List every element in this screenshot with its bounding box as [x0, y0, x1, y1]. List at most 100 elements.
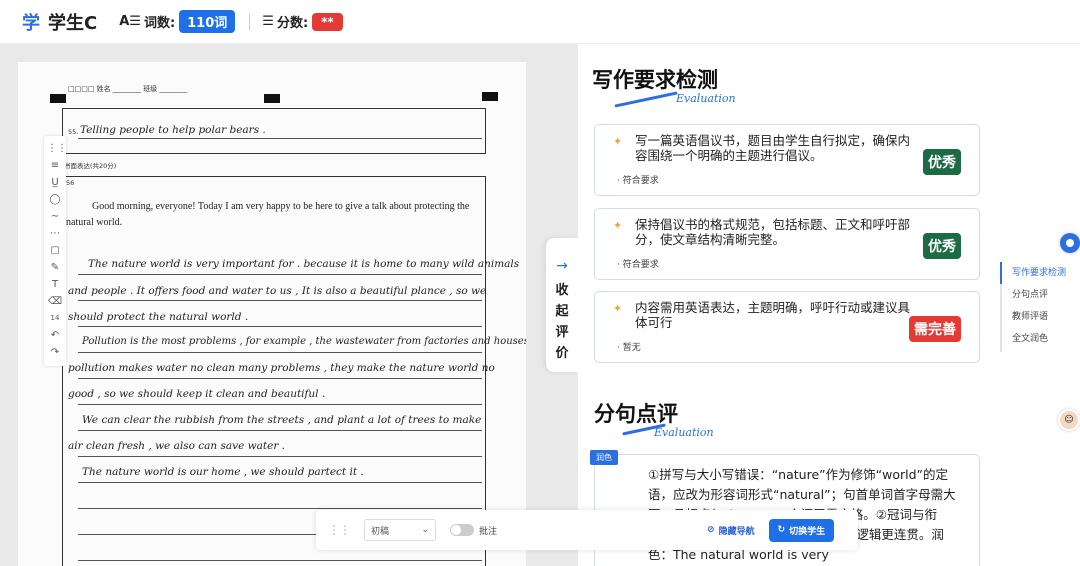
- text-tool-icon[interactable]: T: [47, 276, 63, 293]
- drag-grip-icon[interactable]: ⋮⋮: [328, 523, 351, 537]
- stroke-size-value[interactable]: 14: [47, 310, 63, 327]
- chevron-down-icon: ⌄: [421, 525, 429, 535]
- drag-handle-icon[interactable]: ⋮⋮: [47, 140, 67, 157]
- essay-line: Pollution is the most problems , for exa…: [82, 336, 526, 347]
- bulb-icon: ✦: [613, 302, 623, 315]
- essay-line: The nature world is very important for .…: [88, 258, 520, 270]
- hide-nav-label: 隐藏导航: [718, 526, 755, 537]
- rule-line: [78, 404, 482, 405]
- bulb-icon: ✦: [613, 219, 623, 232]
- essay-line: and people . It offers food and water to…: [68, 285, 487, 297]
- nav-item-sentence-review[interactable]: 分句点评: [1002, 284, 1080, 306]
- nav-item-requirements[interactable]: 写作要求检测: [1002, 262, 1080, 284]
- wave-line-icon[interactable]: ∼: [47, 208, 63, 225]
- hide-nav-button[interactable]: ⊘ 隐藏导航: [707, 524, 755, 537]
- scan-mark: [50, 94, 66, 103]
- essay-line: air clean fresh , we also can save water…: [68, 440, 286, 452]
- paper-header: □□□□ 姓名 ________ 班级 ________: [68, 85, 188, 93]
- assistant-fab-icon[interactable]: [1060, 233, 1080, 253]
- rule-line: [78, 508, 482, 509]
- score-list-icon: ☰: [262, 14, 274, 29]
- rule-line: [78, 138, 482, 139]
- requirements-title: 写作要求检测: [592, 68, 718, 92]
- scan-mark: [264, 94, 280, 103]
- draft-select-value: 初稿: [371, 526, 390, 537]
- requirement-note: · 暂无: [617, 343, 641, 353]
- word-count-label: 词数:: [143, 16, 176, 31]
- rule-line: [78, 352, 482, 353]
- q56-number: 56: [66, 179, 75, 187]
- collapse-char: 收: [555, 283, 569, 298]
- requirements-script: Evaluation: [676, 92, 736, 105]
- refresh-icon: ↻: [777, 525, 786, 535]
- rating-badge: 优秀: [923, 233, 961, 259]
- arrow-right-icon: →: [556, 258, 568, 274]
- q55-number: 55.: [68, 128, 79, 136]
- draft-select[interactable]: 初稿 ⌄: [364, 519, 436, 541]
- eraser-icon[interactable]: ⌫: [47, 293, 63, 310]
- collapse-char: 评: [555, 325, 569, 340]
- rating-badge: 需完善: [909, 316, 961, 342]
- rule-line: [78, 430, 482, 431]
- q55-answer: Telling people to help polar bears .: [80, 124, 266, 136]
- dotted-line-icon[interactable]: ⋯: [47, 225, 63, 242]
- score-badge: **: [312, 12, 343, 31]
- requirement-card: ✦ 保持倡议书的格式规范，包括标题、正文和呼吁部分，使文章结构清晰完整。 · 符…: [594, 208, 980, 280]
- lasso-icon[interactable]: ◯: [47, 191, 63, 208]
- pen-icon[interactable]: ✎: [47, 259, 63, 276]
- rule-line: [78, 560, 482, 561]
- collapse-review-tab[interactable]: → 收 起 评 价: [546, 238, 578, 372]
- rule-line: [78, 300, 482, 301]
- requirement-text: 保持倡议书的格式规范，包括标题、正文和呼吁部分，使文章结构清晰完整。: [635, 217, 911, 247]
- essay-line: pollution makes water no clean many prob…: [68, 362, 495, 374]
- essay-line: The nature world is our home , we should…: [82, 466, 364, 478]
- switch-student-label: 切换学生: [789, 526, 826, 537]
- student-name[interactable]: 学生C: [48, 9, 97, 35]
- rating-badge: 优秀: [923, 149, 961, 175]
- header-divider: [249, 13, 251, 30]
- collapse-char: 价: [555, 346, 569, 361]
- essay-line: We can clear the rubbish from the street…: [82, 414, 482, 426]
- annotate-label: 批注: [479, 526, 498, 537]
- essay-line: good , so we should keep it clean and be…: [68, 388, 326, 400]
- answer-sheet-panel: □□□□ 姓名 ________ 班级 ________ 55. Telling…: [0, 44, 578, 566]
- word-count-badge: 110词: [179, 10, 236, 33]
- requirement-note-text: 符合要求: [622, 176, 659, 186]
- requirement-text: 内容需用英语表达，主题明确，呼吁行动或建议具体可行: [635, 300, 911, 330]
- requirement-note-text: 暂无: [622, 343, 641, 353]
- evaluation-panel: 写作要求检测 Evaluation ✦ 写一篇英语倡议书，题目由学生自行拟定，确…: [578, 44, 1000, 566]
- rule-line: [78, 326, 482, 327]
- eye-off-icon: ⊘: [707, 525, 715, 535]
- undo-icon[interactable]: ↶: [47, 327, 63, 344]
- redo-icon[interactable]: ↷: [47, 344, 63, 361]
- scan-mark: [482, 92, 498, 101]
- printed-intro: Good morning, everyone! Today I am very …: [66, 201, 470, 228]
- switch-student-button[interactable]: ↻ 切换学生: [768, 518, 835, 542]
- app-logo: 学: [22, 12, 40, 34]
- rule-line: [78, 456, 482, 457]
- sentence-review-script: Evaluation: [654, 426, 714, 439]
- nav-item-teacher-comment[interactable]: 教师评语: [1002, 306, 1080, 328]
- annotate-toggle[interactable]: [450, 524, 474, 536]
- section-nav: 写作要求检测 分句点评 教师评语 全文润色: [1000, 262, 1080, 352]
- annotation-toolbar: ⋮⋮ ≡ U̲ ◯ ∼ ⋯ ▢ ✎ T ⌫ 14 ↶ ↷: [44, 136, 67, 366]
- rule-line: [78, 482, 482, 483]
- nav-item-full-polish[interactable]: 全文润色: [1002, 328, 1080, 350]
- rule-line: [78, 378, 482, 379]
- requirement-card: ✦ 写一篇英语倡议书，题目由学生自行拟定，确保内容围绕一个明确的主题进行倡议。 …: [594, 124, 980, 196]
- score-label: 分数:: [276, 16, 309, 31]
- requirement-note: · 符合要求: [617, 176, 659, 186]
- rectangle-icon[interactable]: ▢: [47, 242, 63, 259]
- scanned-paper: □□□□ 姓名 ________ 班级 ________ 55. Telling…: [18, 62, 526, 566]
- essay-line: should protect the natural world .: [68, 311, 249, 323]
- top-header: 学 学生C A☰ 词数: 110词 ☰ 分数: **: [0, 0, 1080, 44]
- rule-line: [78, 274, 482, 275]
- requirement-card: ✦ 内容需用英语表达，主题明确，呼吁行动或建议具体可行 · 暂无 需完善: [594, 291, 980, 363]
- collapse-char: 起: [555, 304, 569, 319]
- bulb-icon: ✦: [613, 135, 623, 148]
- polish-tag: 润色: [590, 450, 618, 465]
- word-count-icon: A☰: [119, 14, 141, 29]
- avatar[interactable]: ☺: [1058, 409, 1080, 431]
- underline-icon[interactable]: U̲: [47, 174, 63, 191]
- highlight-icon[interactable]: ≡: [47, 157, 63, 174]
